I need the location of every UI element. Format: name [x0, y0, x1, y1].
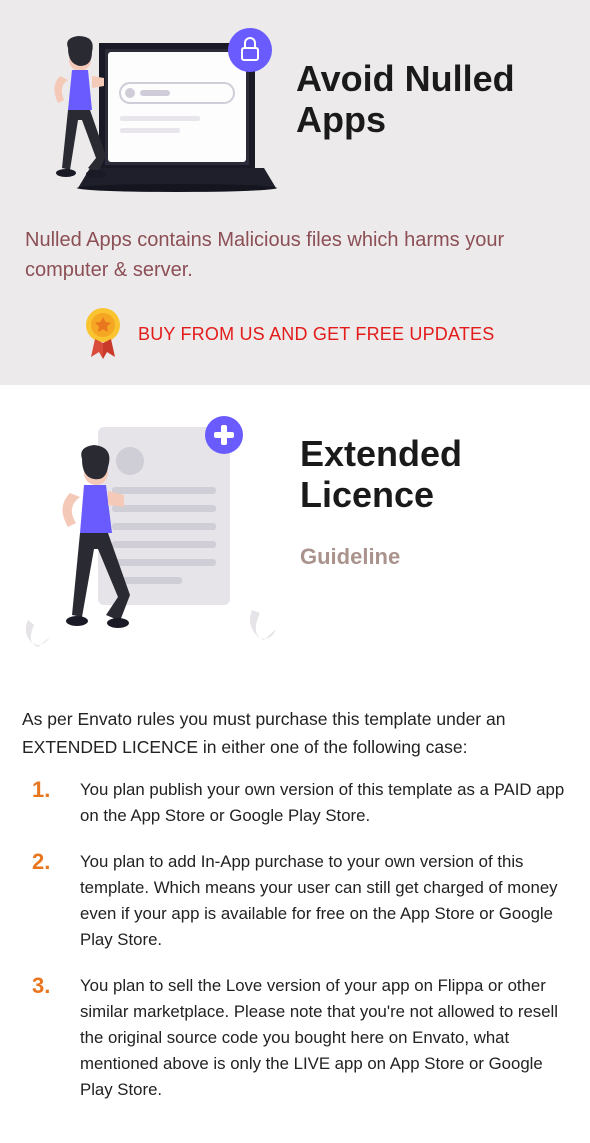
cta-row: BUY FROM US AND GET FREE UPDATES: [20, 307, 570, 361]
laptop-illustration: [20, 28, 280, 203]
licence-text-column: Extended Licence Guideline: [300, 415, 570, 570]
avoid-nulled-section: Avoid Nulled Apps Nulled Apps contains M…: [0, 0, 590, 385]
licence-title: Extended Licence: [300, 433, 570, 516]
licence-intro: As per Envato rules you must purchase th…: [20, 705, 570, 761]
list-item: You plan to add In-App purchase to your …: [20, 849, 570, 953]
licence-hero-row: Extended Licence Guideline: [20, 415, 570, 675]
licence-subtitle: Guideline: [300, 544, 570, 570]
licence-list: You plan publish your own version of thi…: [20, 777, 570, 1103]
list-item-text: You plan to add In-App purchase to your …: [80, 849, 566, 953]
list-item: You plan to sell the Love version of you…: [20, 973, 570, 1103]
cta-text: BUY FROM US AND GET FREE UPDATES: [138, 324, 494, 345]
list-item-text: You plan publish your own version of thi…: [80, 777, 566, 829]
list-item-text: You plan to sell the Love version of you…: [80, 973, 566, 1103]
nulled-title: Avoid Nulled Apps: [296, 28, 570, 141]
document-illustration: [20, 415, 280, 675]
nulled-description: Nulled Apps contains Malicious files whi…: [20, 225, 570, 285]
extended-licence-section: Extended Licence Guideline As per Envato…: [0, 385, 590, 1143]
list-item: You plan publish your own version of thi…: [20, 777, 570, 829]
licence-body: As per Envato rules you must purchase th…: [20, 705, 570, 1103]
nulled-hero-row: Avoid Nulled Apps: [20, 28, 570, 203]
medal-icon: [82, 307, 124, 361]
